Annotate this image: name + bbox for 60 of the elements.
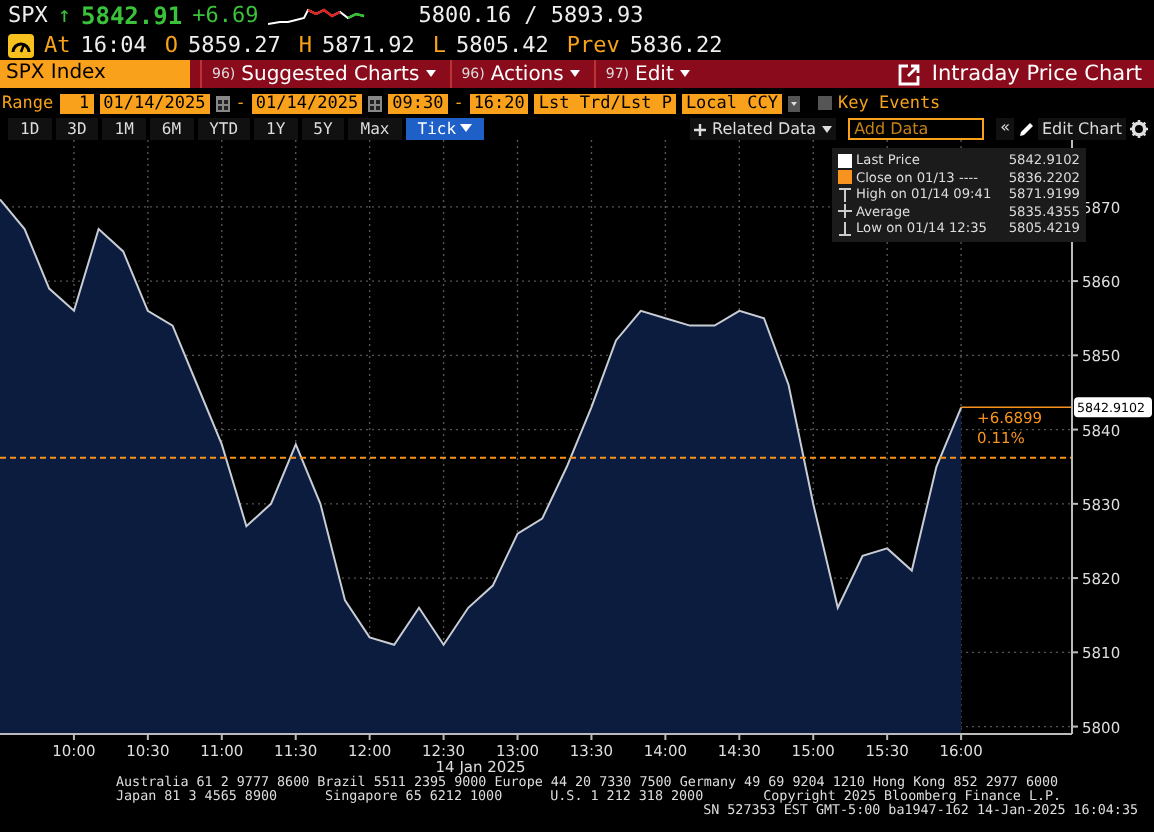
price-change: +6.69 [192, 2, 259, 28]
stat-label: O [164, 32, 178, 58]
price-field-dropdown[interactable]: Lst Trd/Lst P [534, 93, 676, 113]
average-marker-icon [838, 204, 852, 219]
dash: - [453, 93, 464, 113]
stat-label: At [44, 32, 71, 58]
sparkline-icon [268, 3, 369, 27]
period-button[interactable]: 5Y [301, 118, 345, 140]
stat-label: Prev [566, 32, 620, 58]
page-title: Intraday Price Chart [931, 62, 1142, 86]
checkbox[interactable] [818, 96, 832, 110]
plus-icon [694, 123, 707, 135]
calendar-icon[interactable] [215, 95, 230, 111]
period-button[interactable]: 3D [55, 118, 99, 140]
up-arrow: ↑ [57, 2, 71, 28]
caret-icon [822, 125, 833, 133]
caret-icon [460, 124, 473, 134]
stat-value: 5871.92 [321, 32, 415, 58]
stat-value: 5836.22 [629, 32, 723, 58]
dropdown-caret-icon[interactable] [788, 95, 800, 111]
start-time-field[interactable]: 09:30 [388, 93, 448, 113]
period-button[interactable]: 1M [102, 118, 146, 140]
ticker: SPX [8, 2, 48, 28]
add-data-field[interactable]: Add Data [848, 118, 985, 140]
settings-icon[interactable] [1130, 120, 1148, 138]
calendar-icon[interactable] [368, 95, 383, 111]
period-button[interactable]: Max [348, 118, 402, 140]
related-data-button[interactable]: Related Data [690, 118, 837, 140]
period-button[interactable]: 1D [8, 118, 52, 140]
security-field[interactable]: SPX Index [0, 60, 190, 88]
caret-icon [679, 70, 690, 78]
stat-value: 5805.42 [455, 32, 549, 58]
period-button[interactable]: YTD [197, 118, 251, 140]
last-price-leader-line [960, 406, 1073, 409]
period-button[interactable]: 6M [149, 118, 194, 140]
caret-icon [425, 70, 436, 78]
period-button[interactable]: Tick [405, 118, 485, 140]
export-icon[interactable] [897, 63, 920, 85]
high-marker-icon [838, 187, 852, 202]
end-time-field[interactable]: 16:20 [469, 93, 529, 113]
collapse-button[interactable]: « [996, 118, 1014, 140]
currency-dropdown[interactable]: Local CCY [681, 93, 782, 113]
edit-chart-button[interactable]: Edit Chart [1037, 118, 1126, 140]
stat-label: L [432, 32, 446, 58]
last-price: 5842.91 [81, 1, 183, 29]
caret-icon [569, 70, 580, 78]
range-label: Range [2, 93, 54, 113]
pencil-icon[interactable] [1017, 121, 1034, 137]
period-button[interactable]: 1Y [254, 118, 298, 140]
start-date-field[interactable]: 01/14/2025 [99, 93, 210, 113]
day-range: 5800.16 / 5893.93 [418, 2, 644, 28]
end-date-field[interactable]: 01/14/2025 [251, 93, 363, 113]
low-marker-icon [838, 221, 852, 236]
stat-value: 16:04 [80, 32, 147, 58]
gauge-icon [8, 33, 34, 57]
key-events-label: Key Events [838, 93, 941, 113]
stat-value: 5859.27 [188, 32, 281, 58]
dash: - [235, 93, 246, 113]
count-field[interactable]: 1 [59, 93, 94, 113]
stat-label: H [298, 32, 312, 58]
